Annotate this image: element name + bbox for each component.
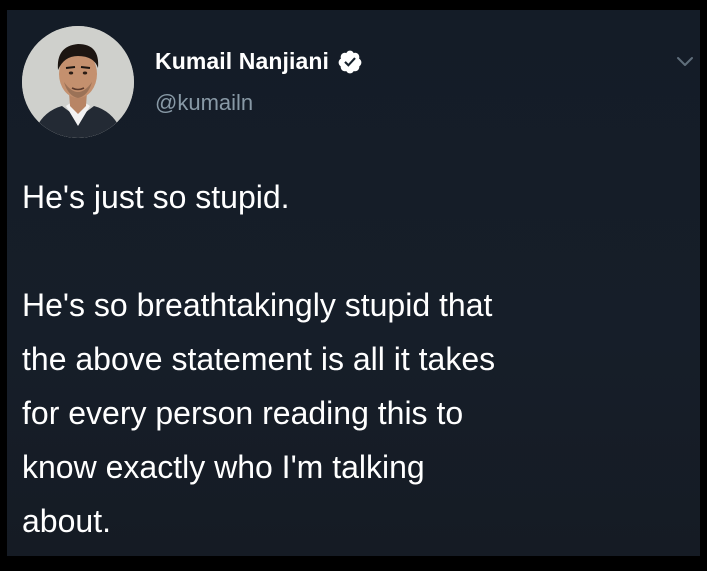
profile-photo bbox=[22, 26, 134, 138]
tweet-text: He's just so stupid. He's so breathtakin… bbox=[22, 170, 692, 548]
tweet-text-line: for every person reading this to bbox=[22, 395, 464, 431]
tweet-text-line: know exactly who I'm talking bbox=[22, 449, 425, 485]
author-name-row[interactable]: Kumail Nanjiani bbox=[155, 48, 363, 75]
verified-badge-icon bbox=[337, 49, 363, 75]
author-display-name[interactable]: Kumail Nanjiani bbox=[155, 48, 329, 75]
chevron-down-icon[interactable] bbox=[675, 54, 695, 70]
tweet-text-line: about. bbox=[22, 503, 111, 539]
tweet-text-line: He's so breathtakingly stupid that bbox=[22, 287, 493, 323]
tweet-card[interactable]: Kumail Nanjiani @kumailn He's just so st… bbox=[7, 10, 700, 556]
avatar[interactable] bbox=[22, 26, 134, 138]
tweet-text-line: the above statement is all it takes bbox=[22, 341, 496, 377]
screenshot-frame: Kumail Nanjiani @kumailn He's just so st… bbox=[0, 0, 707, 571]
author-handle[interactable]: @kumailn bbox=[155, 90, 253, 116]
tweet-text-line: He's just so stupid. bbox=[22, 179, 290, 215]
